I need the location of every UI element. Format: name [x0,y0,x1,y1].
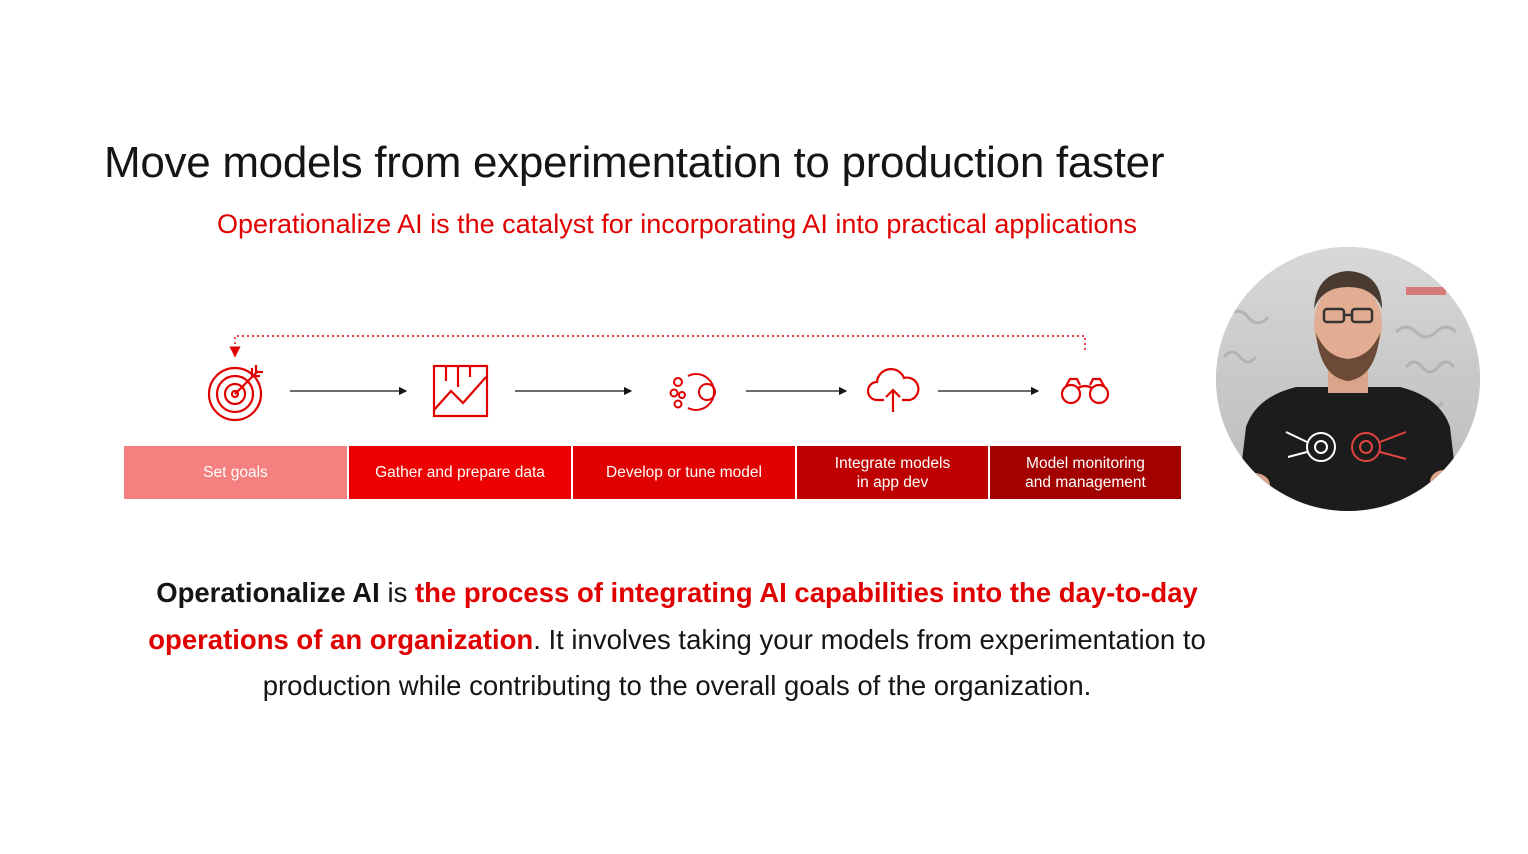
stage-integrate-models: Integrate models in app dev [797,446,988,499]
model-gears-icon [669,373,716,411]
data-chart-icon [432,364,489,418]
stage-model-monitoring: Model monitoring and management [990,446,1181,499]
stage-gather-prepare-data: Gather and prepare data [349,446,571,499]
presenter-video-icon [1216,247,1480,511]
description-paragraph: Operationalize AI is the process of inte… [100,570,1254,710]
slide: Move models from experimentation to prod… [0,0,1528,854]
cloud-upload-icon [866,368,920,412]
description-lead: Operationalize AI [156,577,380,608]
presenter-video-bubble [1216,247,1480,511]
stage-develop-tune-model: Develop or tune model [573,446,795,499]
stage-set-goals: Set goals [124,446,347,499]
workflow-stage-bar: Set goals Gather and prepare data Develo… [124,446,1181,499]
target-icon [207,365,263,422]
binoculars-icon [1060,377,1110,405]
description-connector: is [379,577,415,608]
feedback-loop-line [229,335,1086,358]
